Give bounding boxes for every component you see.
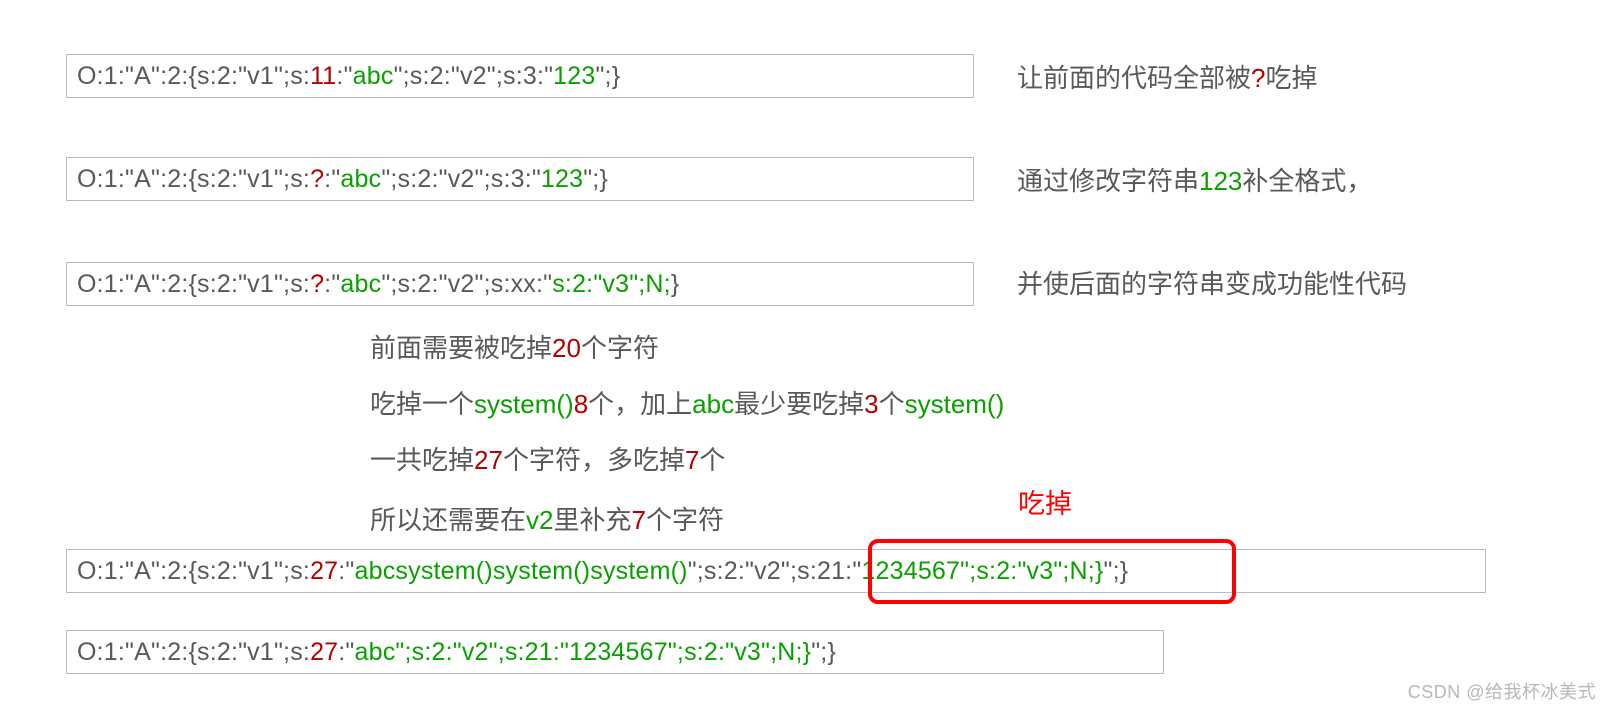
text-segment: 7	[685, 445, 699, 475]
watermark: CSDN @给我杯冰美式	[1408, 678, 1596, 704]
text-segment: v2	[526, 505, 553, 535]
text-segment: ";}	[1104, 557, 1129, 586]
note-1: 让前面的代码全部被?吃掉	[1017, 58, 1318, 95]
text-segment: 个字符	[646, 505, 724, 535]
text-segment: 吃掉一个	[370, 389, 474, 419]
text-segment: O:1:"A":2:{s:2:"v1";s:	[77, 165, 310, 194]
text-segment: 个字符，多吃掉	[503, 445, 685, 475]
text-segment: }	[671, 270, 680, 299]
text-segment: 123	[541, 165, 583, 194]
text-segment: s:2:"v3";N;	[552, 270, 671, 299]
text-segment: 3	[864, 389, 878, 419]
text-segment: system()	[905, 389, 1005, 419]
aux-line-2: 吃掉一个system()8个，加上abc最少要吃掉3个system()	[370, 384, 1004, 421]
text-segment: ";}	[583, 165, 608, 194]
text-segment: ";s:2:"v2";s:3:"	[381, 165, 541, 194]
text-segment: 27	[474, 445, 503, 475]
text-segment: ";s:2:"v3";N;}	[960, 557, 1103, 586]
text-segment: system()	[474, 389, 574, 419]
code-box-3: O:1:"A":2:{s:2:"v1";s:?:"abc";s:2:"v2";s…	[66, 262, 974, 306]
text-segment: 一共吃掉	[370, 445, 474, 475]
code-box-4: O:1:"A":2:{s:2:"v1";s:27:"abcsystem()sys…	[66, 549, 1486, 593]
text-segment: 让前面的代码全部被	[1017, 63, 1251, 93]
text-segment: abcsystem()system()system()	[355, 557, 688, 586]
text-segment: 个，加上	[588, 389, 692, 419]
text-segment: 123	[553, 62, 595, 91]
text-segment: 个	[879, 389, 905, 419]
text-segment: abc	[353, 62, 394, 91]
code-box-2: O:1:"A":2:{s:2:"v1";s:?:"abc";s:2:"v2";s…	[66, 157, 974, 201]
text-segment: 最少要吃掉	[734, 389, 864, 419]
text-segment: :"	[324, 270, 340, 299]
text-segment: abc";s:2:"v2";s:21:"1234567	[355, 638, 668, 667]
text-segment: ?	[1251, 63, 1265, 93]
text-segment: :"	[338, 557, 354, 586]
text-segment: 123	[1199, 166, 1242, 196]
code-box-1: O:1:"A":2:{s:2:"v1";s:11:"abc";s:2:"v2";…	[66, 54, 974, 98]
red-label: 吃掉	[1018, 482, 1072, 521]
text-segment: ";}	[595, 62, 620, 91]
text-segment: abc	[692, 389, 734, 419]
text-segment: 20	[552, 333, 581, 363]
text-segment: 前面需要被吃掉	[370, 333, 552, 363]
text-segment: 里补充	[553, 505, 631, 535]
text-segment: 吃掉	[1265, 63, 1317, 93]
text-segment: :"	[324, 165, 340, 194]
text-segment: 补全格式，	[1242, 166, 1372, 196]
text-segment: ?	[310, 270, 324, 299]
text-segment: :"	[338, 638, 354, 667]
text-segment: O:1:"A":2:{s:2:"v1";s:	[77, 270, 310, 299]
text-segment: O:1:"A":2:{s:2:"v1";s:	[77, 638, 310, 667]
text-segment: ";s:2:"v2";s:3:"	[394, 62, 554, 91]
text-segment: 27	[310, 557, 338, 586]
note-2: 通过修改字符串123补全格式，	[1017, 161, 1372, 198]
text-segment: 27	[310, 638, 338, 667]
text-segment: ";s:2:"v2";s:21:"	[688, 557, 862, 586]
text-segment: 11	[310, 62, 336, 91]
code-box-5: O:1:"A":2:{s:2:"v1";s:27:"abc";s:2:"v2";…	[66, 630, 1164, 674]
text-segment: 8	[574, 389, 588, 419]
text-segment: abc	[340, 165, 381, 194]
text-segment: 所以还需要在	[370, 505, 526, 535]
text-segment: 通过修改字符串	[1017, 166, 1199, 196]
text-segment: ";}	[811, 638, 836, 667]
text-segment: 个字符	[581, 333, 659, 363]
text-segment: 个	[699, 445, 725, 475]
text-segment: O:1:"A":2:{s:2:"v1";s:	[77, 62, 310, 91]
text-segment: 1234567	[861, 557, 960, 586]
text-segment: abc	[340, 270, 381, 299]
text-segment: ";s:2:"v2";s:xx:"	[381, 270, 552, 299]
text-segment: O:1:"A":2:{s:2:"v1";s:	[77, 557, 310, 586]
note-3: 并使后面的字符串变成功能性代码	[1017, 264, 1407, 301]
text-segment: 并使后面的字符串变成功能性代码	[1017, 269, 1407, 299]
aux-line-4: 所以还需要在v2里补充7个字符	[370, 500, 724, 537]
text-segment: ";s:2:"v3";N;}	[668, 638, 811, 667]
aux-line-3: 一共吃掉27个字符，多吃掉7个	[370, 440, 725, 477]
aux-line-1: 前面需要被吃掉20个字符	[370, 328, 659, 365]
text-segment: :"	[336, 62, 352, 91]
text-segment: 7	[632, 505, 646, 535]
text-segment: ?	[310, 165, 324, 194]
